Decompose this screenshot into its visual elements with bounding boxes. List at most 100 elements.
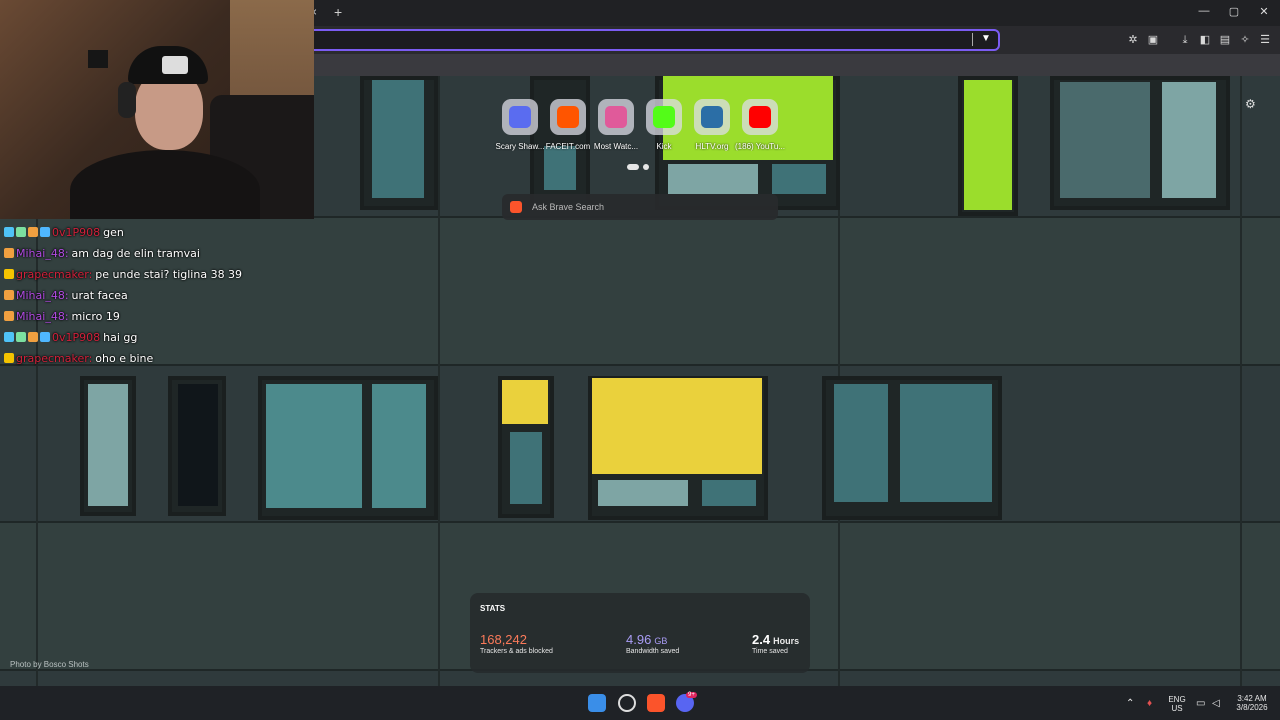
green-blind — [964, 80, 1012, 210]
bandwidth-saved-label: Bandwidth saved — [626, 648, 680, 655]
window-pane — [178, 384, 218, 506]
top-site-tile-box[interactable] — [550, 99, 586, 135]
chat-username: Mihai_48: — [16, 246, 69, 260]
window-pane — [372, 80, 424, 198]
downloads-icon[interactable]: ⤓ — [1178, 33, 1192, 47]
chat-badge-icon — [4, 269, 14, 279]
chat-badge-icon — [28, 227, 38, 237]
window-pane — [668, 164, 758, 194]
volume-icon[interactable]: ◁ — [1212, 698, 1220, 709]
ntp-settings-gear-icon[interactable]: ⚙ — [1245, 97, 1256, 111]
window-pane — [510, 432, 542, 504]
chat-badge-icon — [16, 227, 26, 237]
photo-credit[interactable]: Photo by Bosco Shots — [10, 660, 89, 669]
chat-badge-icon — [4, 311, 14, 321]
clock-date: 3/8/2026 — [1236, 703, 1268, 712]
chat-username: 0v1P908 — [52, 225, 101, 239]
windows-start-icon[interactable] — [588, 694, 606, 712]
language-indicator[interactable]: ENG US — [1166, 695, 1188, 713]
leo-ai-icon[interactable]: ✧ — [1238, 33, 1252, 47]
top-site-label: (186) YouTu... — [735, 142, 785, 151]
pager-dot-active[interactable] — [627, 164, 639, 170]
minimize-button[interactable]: — — [1196, 5, 1212, 17]
top-site-tile-box[interactable] — [742, 99, 778, 135]
chat-text: pe unde stai? tiglina 38 39 — [95, 267, 243, 281]
wallet-icon[interactable]: ▤ — [1218, 33, 1232, 47]
chat-text: hai gg — [103, 330, 138, 344]
chat-message: Mihai_48: am dag de elin tramvai — [4, 243, 200, 263]
chat-message: 0v1P908 hai gg — [4, 327, 137, 347]
facade-seam — [1240, 76, 1242, 686]
webcam-headset — [118, 82, 136, 118]
chat-badge-icon — [4, 248, 14, 258]
chat-badge-icon — [40, 227, 50, 237]
trackers-blocked-value: 168,242 — [480, 632, 527, 647]
pager-dot[interactable] — [643, 164, 649, 170]
brave-shields-icon[interactable]: ▼ — [980, 33, 992, 45]
chat-username: Mihai_48: — [16, 309, 69, 323]
chat-text: urat facea — [71, 288, 128, 302]
top-site-tile-box[interactable] — [502, 99, 538, 135]
chat-badge-icon — [4, 227, 14, 237]
obs-icon[interactable] — [618, 694, 636, 712]
microphone-icon[interactable]: ♦ — [1147, 698, 1152, 709]
window-pane — [88, 384, 128, 506]
chat-message: Mihai_48: micro 19 — [4, 306, 120, 326]
keyboard-layout: US — [1171, 704, 1183, 713]
top-sites-pager — [627, 164, 651, 170]
brave-taskbar-icon[interactable] — [647, 694, 665, 712]
hltv-icon — [701, 106, 723, 128]
chat-text: oho e bine — [95, 351, 154, 365]
chat-username: Mihai_48: — [16, 288, 69, 302]
chat-badge-icon — [28, 332, 38, 342]
facade-seam — [438, 76, 440, 686]
address-bar-divider — [972, 33, 973, 46]
yellow-blind — [502, 380, 548, 424]
window-pane — [1060, 82, 1150, 198]
top-site-tile[interactable]: Most Watc... — [594, 97, 638, 153]
tab-search-icon[interactable]: ▣ — [1146, 33, 1160, 47]
top-site-tile-box[interactable] — [694, 99, 730, 135]
chat-message: grapecmaker: pe unde stai? tiglina 38 39 — [4, 264, 242, 284]
time-saved-value: 2.4 Hours — [752, 632, 800, 647]
top-site-tile-box[interactable] — [598, 99, 634, 135]
clock[interactable]: 3:42 AM 3/8/2026 — [1228, 694, 1276, 712]
bandwidth-saved-value: 4.96 GB — [626, 632, 668, 647]
window-pane — [266, 384, 362, 508]
top-site-tile[interactable]: HLTV.org — [692, 97, 732, 153]
clock-time: 3:42 AM — [1237, 694, 1267, 703]
top-site-tile[interactable]: Kick — [644, 97, 684, 153]
new-tab-button[interactable]: + — [334, 4, 348, 20]
chat-message: grapecmaker: oho e bine — [4, 348, 153, 368]
tray-overflow-icon[interactable]: ⌃ — [1126, 698, 1134, 709]
maximize-button[interactable]: ▢ — [1226, 5, 1242, 18]
chat-username: grapecmaker: — [16, 267, 93, 281]
cap-logo — [162, 56, 188, 74]
chat-username: 0v1P908 — [52, 330, 101, 344]
chat-text: am dag de elin tramvai — [71, 246, 200, 260]
window-pane — [834, 384, 888, 502]
menu-icon[interactable]: ☰ — [1258, 33, 1272, 47]
sidebar-icon[interactable]: ◧ — [1198, 33, 1212, 47]
top-site-tile[interactable]: FACEIT.com — [546, 97, 590, 153]
window-pane — [900, 384, 992, 502]
top-site-tile[interactable]: Scary Shaw... — [496, 97, 544, 153]
top-site-tile-box[interactable] — [646, 99, 682, 135]
chat-badge-icon — [16, 332, 26, 342]
top-site-tile[interactable]: (186) YouTu... — [735, 97, 785, 153]
extensions-icon[interactable]: ✲ — [1126, 33, 1140, 47]
chat-badge-icon — [4, 290, 14, 300]
close-window-button[interactable]: ✕ — [1256, 5, 1272, 18]
chat-badge-icon — [40, 332, 50, 342]
window-pane — [702, 480, 756, 506]
twitchtracker-icon — [605, 106, 627, 128]
chat-message: Mihai_48: urat facea — [4, 285, 128, 305]
network-icon[interactable]: ▭ — [1196, 698, 1205, 709]
webcam-wall-decor — [88, 50, 108, 68]
search-placeholder[interactable]: Ask Brave Search — [532, 202, 604, 212]
address-bar[interactable] — [300, 29, 1000, 51]
yellow-blind — [592, 378, 762, 474]
windows-taskbar — [0, 686, 1280, 720]
chat-badge-icon — [4, 353, 14, 363]
window-pane — [1162, 82, 1216, 198]
